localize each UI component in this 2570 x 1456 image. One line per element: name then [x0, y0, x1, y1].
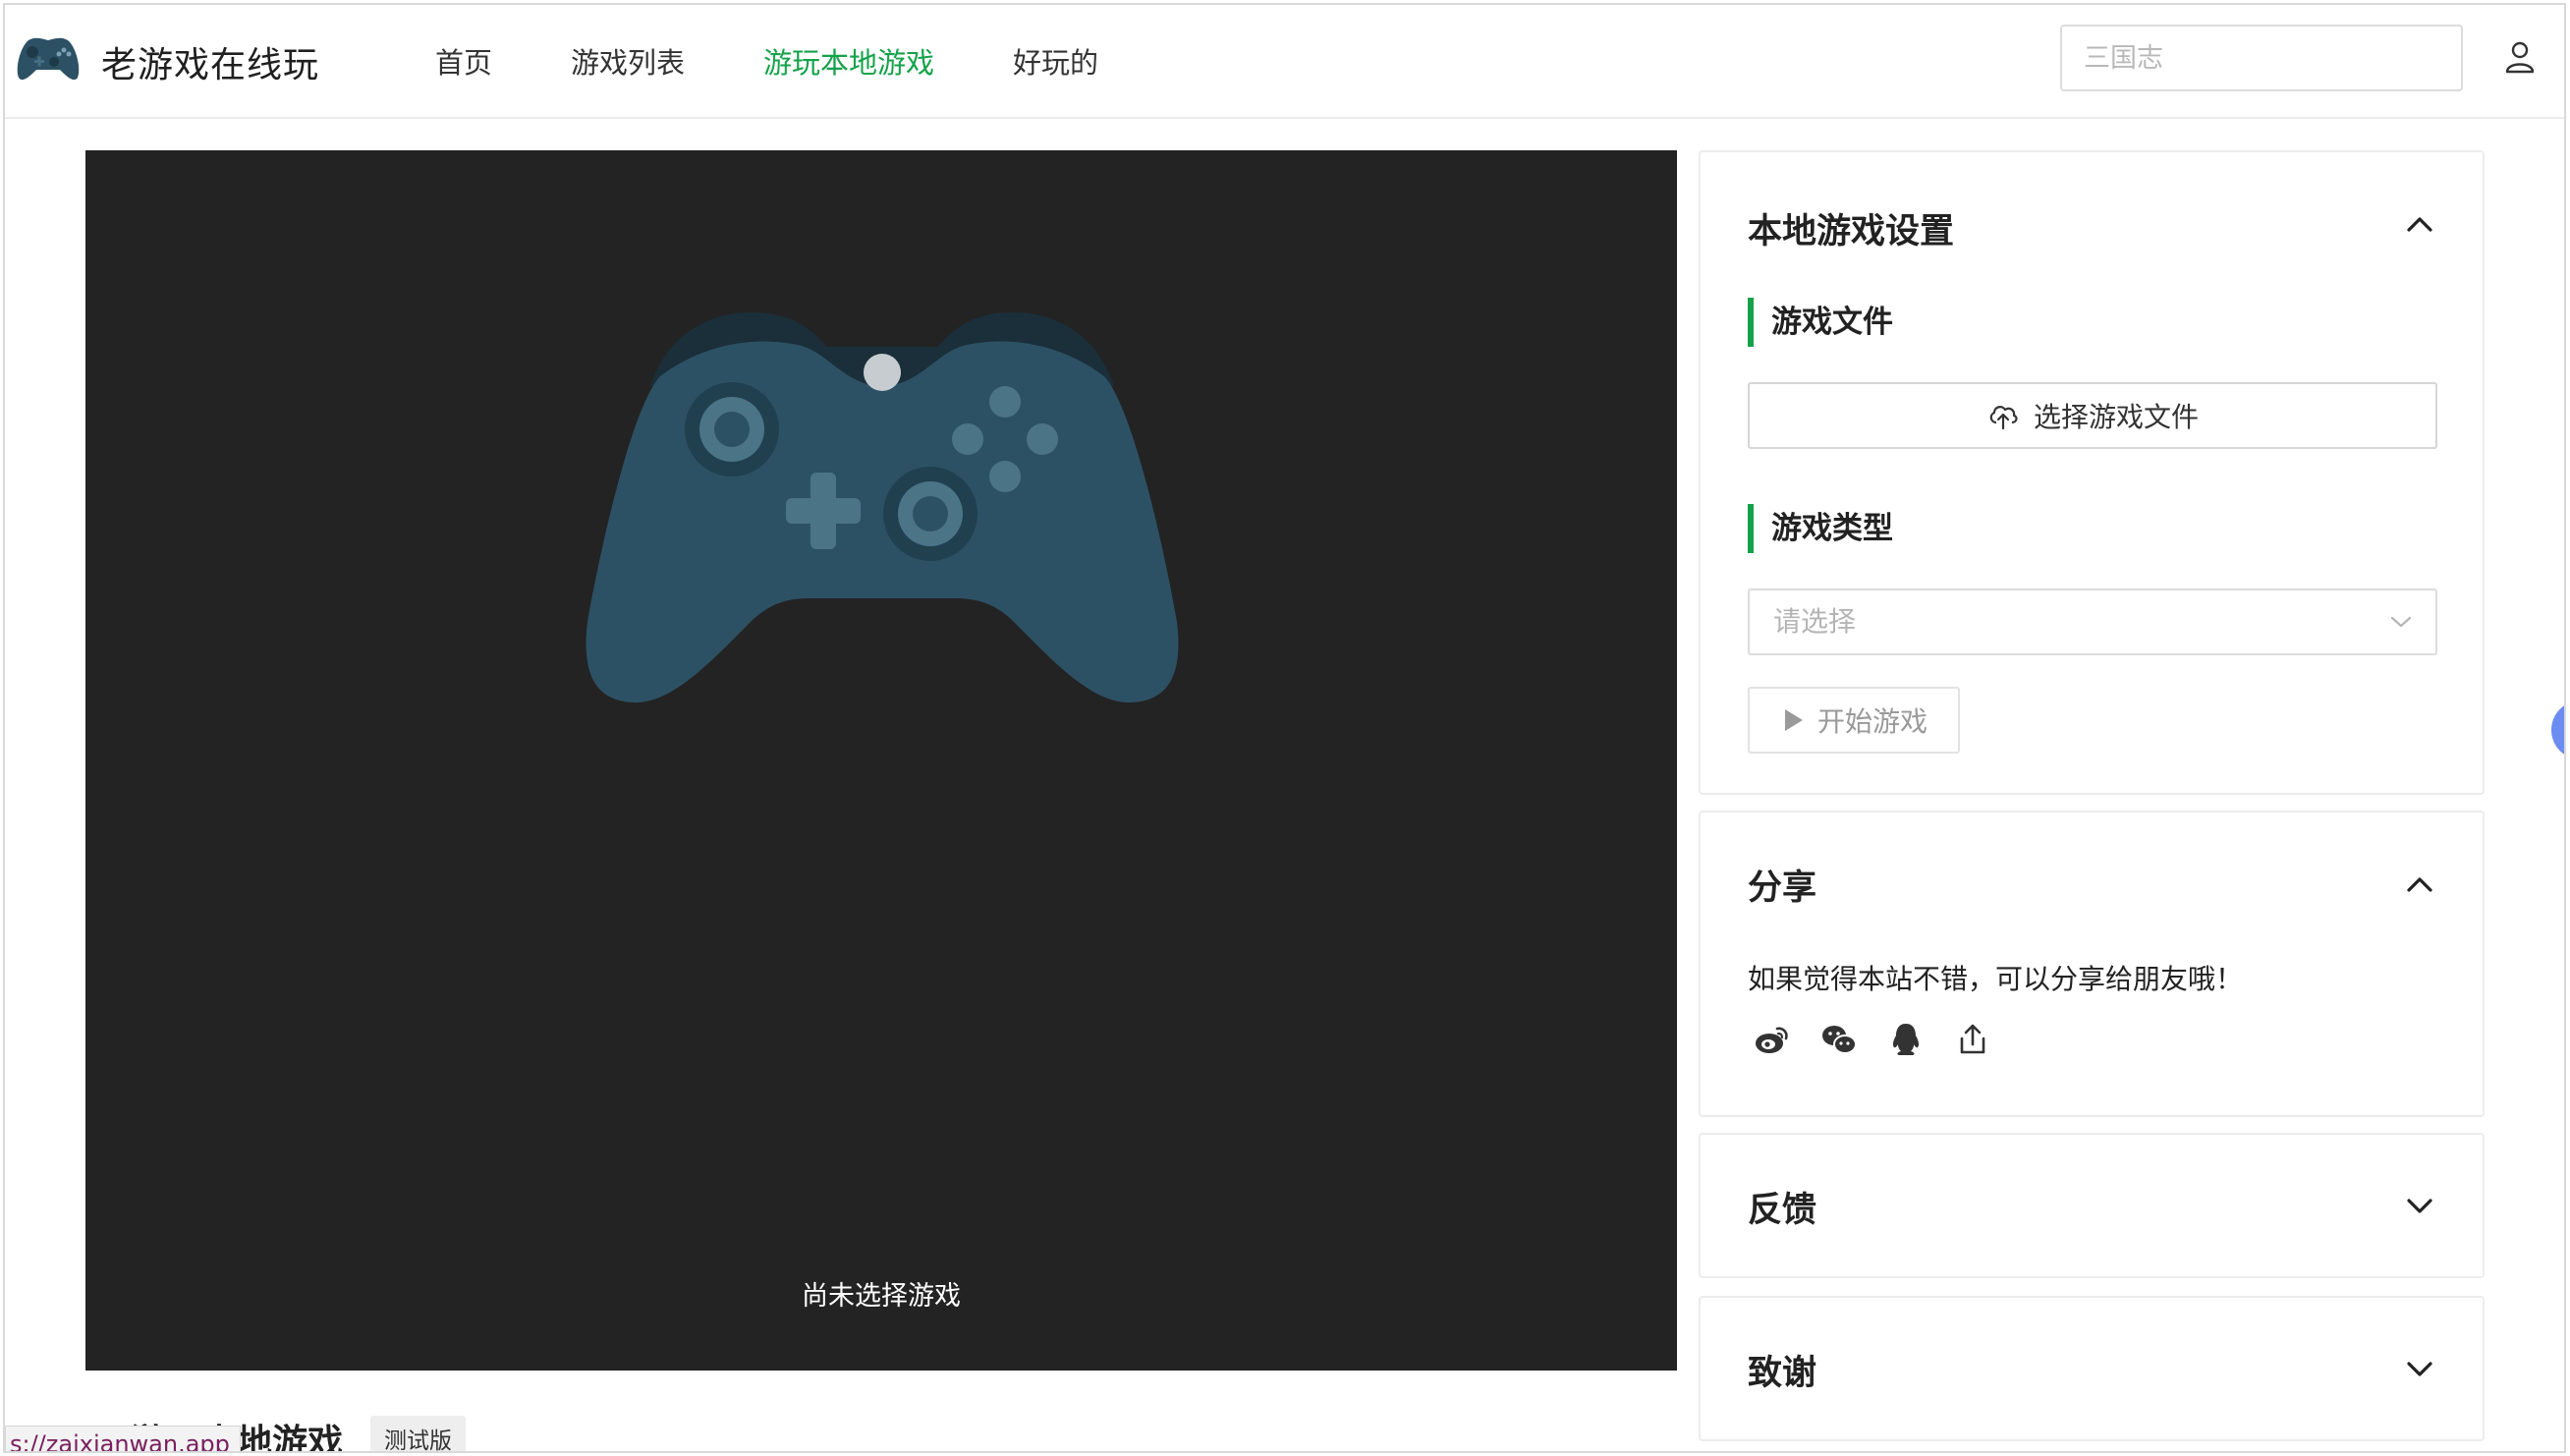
- status-bar-url: s://zaixianwan.app: [5, 1426, 241, 1451]
- game-type-section-label: 游戏类型: [1748, 504, 1893, 553]
- nav-local-game[interactable]: 游玩本地游戏: [763, 40, 934, 82]
- nav-home[interactable]: 首页: [435, 40, 492, 82]
- share-icon-row: [1754, 1021, 1991, 1058]
- game-type-placeholder: 请选择: [1773, 605, 1857, 638]
- no-game-selected-text: 尚未选择游戏: [802, 1281, 961, 1312]
- game-canvas-area[interactable]: 尚未选择游戏: [85, 150, 1677, 1371]
- chevron-down-icon[interactable]: [2406, 1198, 2433, 1215]
- user-icon[interactable]: [2504, 40, 2536, 74]
- chevron-up-icon[interactable]: [2406, 875, 2433, 893]
- main-nav: 首页 游戏列表 游玩本地游戏 好玩的: [435, 40, 1177, 82]
- cloud-upload-icon: [1989, 406, 2018, 430]
- thanks-card-title: 致谢: [1748, 1354, 1817, 1393]
- start-game-button[interactable]: 开始游戏: [1748, 687, 1960, 754]
- play-icon: [1784, 709, 1803, 731]
- beta-badge: 测试版: [370, 1416, 466, 1451]
- local-game-settings-card: 本地游戏设置 游戏文件 选择游戏文件 游戏类型 请选择 开始游戏: [1699, 150, 2485, 795]
- search-input[interactable]: [2060, 25, 2463, 91]
- weibo-icon[interactable]: [1754, 1021, 1791, 1058]
- floating-side-button[interactable]: [2551, 700, 2564, 759]
- gamepad-placeholder-icon: [586, 311, 1179, 703]
- share-card-title: 分享: [1748, 868, 1817, 908]
- share-description: 如果觉得本站不错，可以分享给朋友哦！: [1748, 963, 2244, 995]
- share-icon[interactable]: [1954, 1021, 1991, 1058]
- site-brand[interactable]: 老游戏在线玩: [101, 36, 319, 87]
- nav-fun[interactable]: 好玩的: [1013, 40, 1098, 82]
- feedback-card[interactable]: 反馈: [1699, 1133, 2485, 1278]
- chevron-down-icon: [2390, 616, 2412, 628]
- chevron-down-icon[interactable]: [2406, 1361, 2433, 1378]
- share-card: 分享 如果觉得本站不错，可以分享给朋友哦！: [1699, 811, 2485, 1117]
- gamepad-logo-icon[interactable]: [15, 32, 82, 84]
- wechat-icon[interactable]: [1820, 1021, 1858, 1058]
- feedback-card-title: 反馈: [1748, 1191, 1817, 1230]
- settings-card-title: 本地游戏设置: [1748, 212, 1955, 252]
- chevron-up-icon[interactable]: [2406, 215, 2433, 233]
- select-game-file-label: 选择游戏文件: [2033, 401, 2199, 433]
- top-header: 老游戏在线玩 首页 游戏列表 游玩本地游戏 好玩的: [5, 5, 2564, 119]
- game-type-select[interactable]: 请选择: [1748, 588, 2437, 655]
- select-game-file-button[interactable]: 选择游戏文件: [1748, 382, 2437, 449]
- nav-game-list[interactable]: 游戏列表: [571, 40, 685, 82]
- start-game-label: 开始游戏: [1816, 705, 1928, 738]
- qq-icon[interactable]: [1887, 1021, 1925, 1058]
- game-file-section-label: 游戏文件: [1748, 298, 1893, 347]
- thanks-card[interactable]: 致谢: [1699, 1296, 2485, 1441]
- browser-viewport: 老游戏在线玩 首页 游戏列表 游玩本地游戏 好玩的 三国志 尚未选择游戏 测试版…: [3, 3, 2566, 1453]
